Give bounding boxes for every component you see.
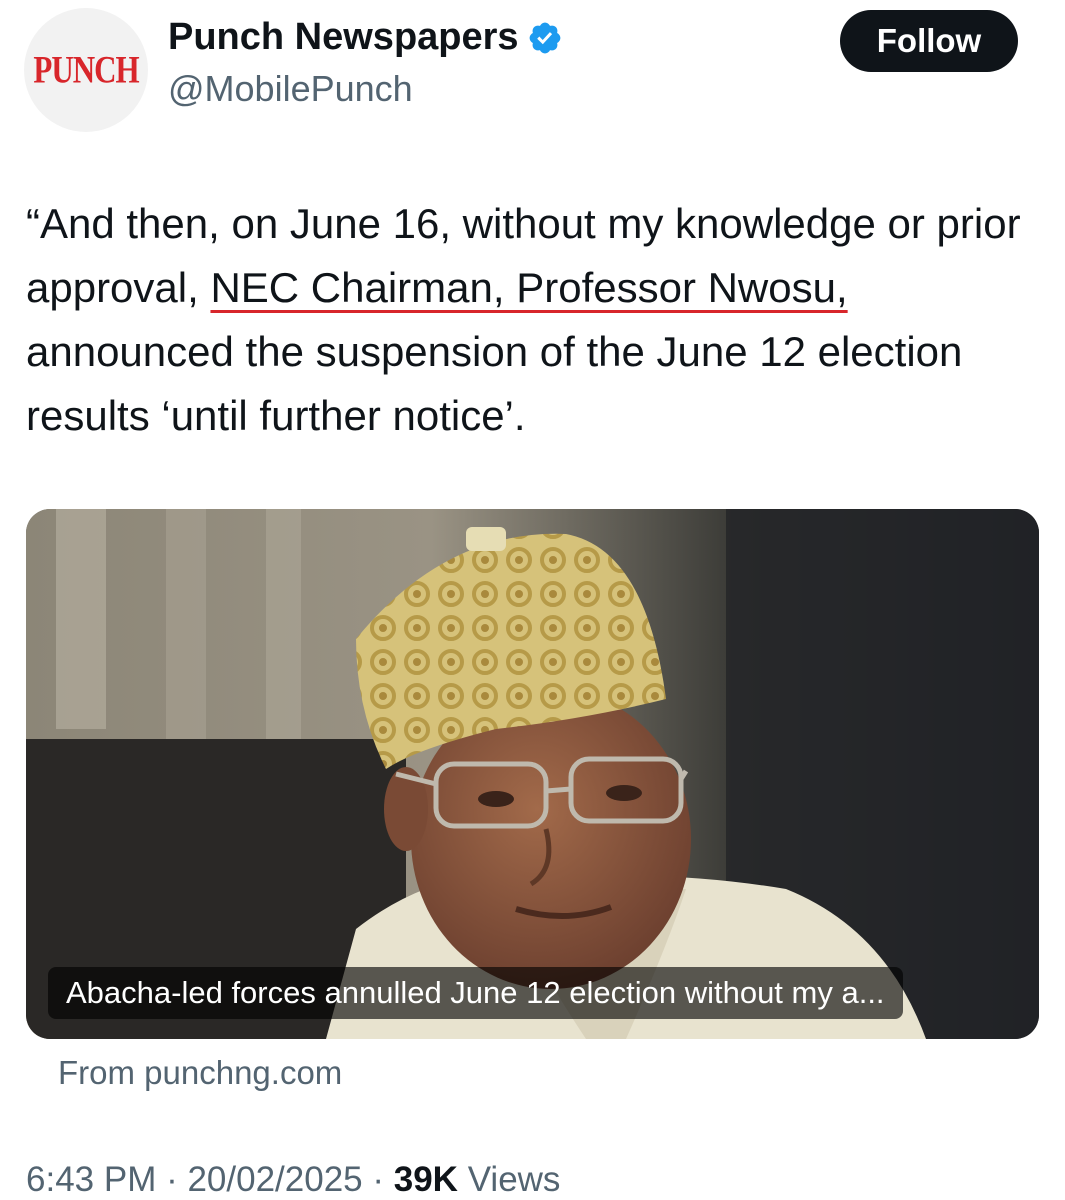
photo-of-man-in-cap: [26, 509, 1039, 1039]
avatar[interactable]: PUNCH: [24, 8, 148, 132]
tweet-date[interactable]: 20/02/2025: [187, 1160, 362, 1199]
follow-button[interactable]: Follow: [840, 10, 1018, 72]
verified-badge-icon: [529, 22, 560, 53]
tweet-text-highlight: NEC Chairman, Professor Nwosu,: [210, 264, 848, 311]
tweet-time[interactable]: 6:43 PM: [26, 1160, 156, 1199]
meta-separator: ·: [156, 1160, 188, 1199]
display-name[interactable]: Punch Newspapers: [168, 16, 519, 59]
card-source-link[interactable]: From punchng.com: [58, 1054, 342, 1092]
punch-logo: PUNCH: [33, 47, 139, 92]
meta-separator: ·: [362, 1160, 394, 1199]
tweet-meta: 6:43 PM · 20/02/2025 · 39K Views: [26, 1160, 560, 1200]
card-caption[interactable]: Abacha-led forces annulled June 12 elect…: [48, 967, 903, 1019]
views-count: 39K: [393, 1160, 458, 1199]
tweet-text: “And then, on June 16, without my knowle…: [26, 192, 1046, 448]
author-name-row: Punch Newspapers: [168, 16, 563, 59]
link-card-image[interactable]: Abacha-led forces annulled June 12 elect…: [26, 509, 1039, 1039]
handle[interactable]: @MobilePunch: [168, 68, 413, 110]
tweet-text-end: announced the suspension of the June 12 …: [26, 328, 963, 439]
views-label: Views: [467, 1160, 561, 1199]
